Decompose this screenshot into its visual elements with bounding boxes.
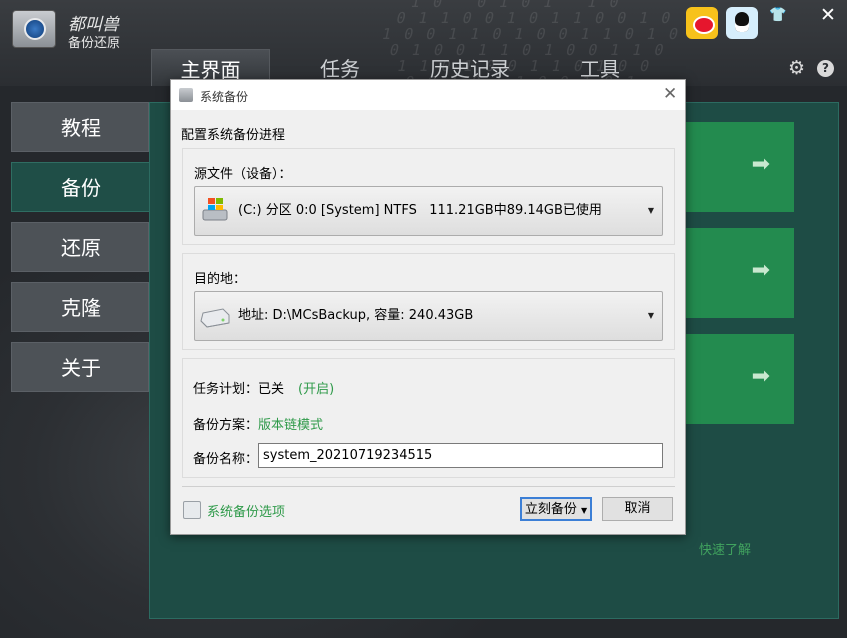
arrow-right-icon: ➡ — [751, 364, 770, 389]
cancel-button[interactable]: 取消 — [602, 497, 673, 521]
backup-option-card[interactable]: ➡ — [684, 334, 794, 424]
backup-now-label: 立刻备份 — [524, 502, 577, 517]
source-select[interactable]: (C:) 分区 0:0 [System] NTFS 111.21GB中89.14… — [194, 186, 663, 236]
app-logo — [12, 10, 56, 48]
dialog-titlebar: 系统备份 ✕ — [171, 80, 685, 110]
close-icon[interactable]: ✕ — [663, 84, 677, 104]
logo-dial-icon — [24, 18, 46, 40]
top-bar: 1 0 0 1 0 1 1 0 0 1 1 0 0 1 0 1 1 0 0 1 … — [0, 0, 847, 86]
source-label: 源文件（设备）： — [194, 167, 292, 182]
backup-option-card[interactable]: ➡ — [684, 228, 794, 318]
arrow-right-icon: ➡ — [751, 258, 770, 283]
quick-intro-link[interactable]: 快速了解 — [699, 539, 751, 558]
skin-icon[interactable]: 👕 — [769, 7, 786, 23]
divider — [182, 486, 675, 487]
scheme-label: 备份方案： — [193, 418, 259, 433]
system-backup-dialog: 系统备份 ✕ 配置系统备份进程 源文件（设备）： (C:) 分区 0:0 [Sy… — [170, 79, 686, 535]
destination-select[interactable]: 地址: D:\MCsBackup, 容量: 240.43GB ▼ — [194, 291, 663, 341]
chevron-down-icon: ▼ — [647, 206, 654, 215]
brand-subtitle: 备份还原 — [68, 36, 121, 51]
caret-down-icon: ▼ — [581, 506, 588, 515]
arrow-right-icon: ➡ — [751, 152, 770, 177]
backup-name-input[interactable] — [258, 443, 663, 468]
close-icon[interactable]: ✕ — [820, 4, 836, 26]
windows-drive-icon — [202, 198, 228, 221]
sidebar-item-tutorial[interactable]: 教程 — [11, 102, 149, 152]
source-group: 源文件（设备）： (C:) 分区 0:0 [System] NTFS 111.2… — [182, 148, 675, 245]
app-small-icon — [179, 88, 193, 102]
source-value: (C:) 分区 0:0 [System] NTFS 111.21GB中89.14… — [238, 203, 602, 218]
hard-drive-icon — [200, 308, 230, 328]
chevron-down-icon: ▼ — [647, 311, 654, 320]
dialog-title: 系统备份 — [200, 90, 249, 104]
backup-name-label: 备份名称： — [193, 452, 259, 467]
destination-label: 目的地： — [194, 272, 247, 287]
schedule-enable-link[interactable]: (开启) — [298, 378, 334, 397]
gear-icon[interactable]: ⚙ — [788, 57, 805, 79]
schedule-label: 任务计划：已关 — [193, 382, 285, 397]
scheme-link[interactable]: 版本链模式 — [258, 414, 323, 433]
destination-group: 目的地： 地址: D:\MCsBackup, 容量: 240.43GB ▼ — [182, 253, 675, 350]
weibo-icon[interactable] — [686, 7, 718, 39]
qq-icon[interactable] — [726, 7, 758, 39]
help-icon[interactable]: ? — [817, 60, 834, 77]
options-icon — [183, 501, 201, 519]
backup-options-link[interactable]: 系统备份选项 — [207, 501, 285, 520]
sidebar-item-about[interactable]: 关于 — [11, 342, 149, 392]
sidebar-item-restore[interactable]: 还原 — [11, 222, 149, 272]
destination-value: 地址: D:\MCsBackup, 容量: 240.43GB — [238, 308, 474, 323]
backup-option-card[interactable]: ➡ — [684, 122, 794, 212]
dialog-heading: 配置系统备份进程 — [181, 128, 286, 143]
backup-now-button[interactable]: 立刻备份 ▼ — [520, 497, 592, 521]
sidebar-item-backup[interactable]: 备份 — [11, 162, 151, 212]
sidebar-item-clone[interactable]: 克隆 — [11, 282, 149, 332]
